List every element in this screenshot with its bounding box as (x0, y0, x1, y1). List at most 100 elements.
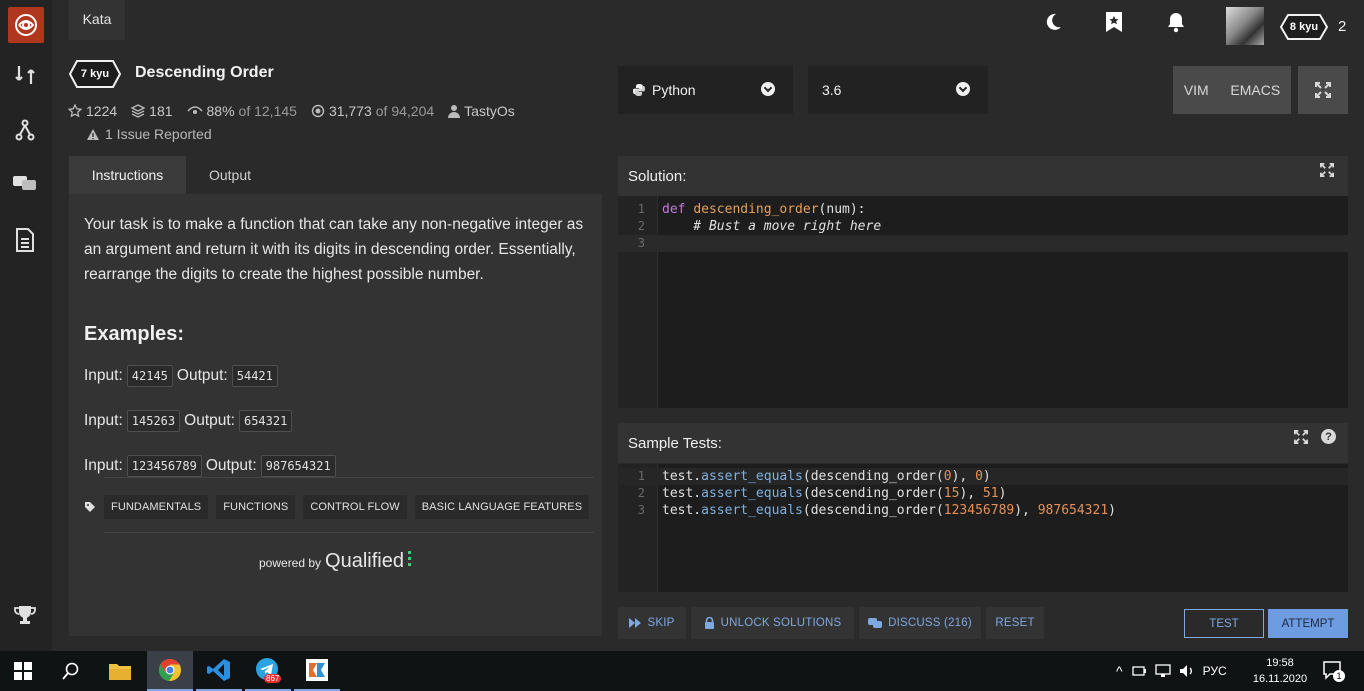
start-button[interactable] (0, 651, 46, 691)
kata-tab[interactable]: Kata (69, 0, 125, 40)
tag-icon (85, 502, 95, 512)
notification-bell-icon[interactable] (1163, 9, 1189, 35)
example-row: Input: 123456789 Output: 987654321 (84, 455, 336, 477)
sample-tests-editor[interactable]: 1 test.assert_equals(descending_order(0)… (618, 464, 1348, 592)
clock-date: 16.11.2020 (1252, 673, 1308, 685)
input-label: Input: (84, 367, 123, 384)
codewars-logo-icon[interactable] (8, 7, 44, 43)
tab-output[interactable]: Output (186, 156, 274, 194)
search-button[interactable] (48, 651, 94, 691)
collections-count: 181 (149, 103, 173, 119)
app-icon (306, 659, 328, 681)
stars-count: 1224 (86, 103, 118, 119)
method-name: assert_equals (701, 486, 803, 501)
keyboard-language[interactable]: РУС (1203, 664, 1227, 678)
call-close: ) (1108, 503, 1116, 518)
code-line[interactable]: 1 def descending_order(num): (618, 201, 1348, 218)
python-icon (633, 84, 645, 96)
completed-count: 31,773 (328, 103, 372, 119)
author-name[interactable]: TastyOs (464, 103, 515, 119)
tab-instructions[interactable]: Instructions (69, 156, 186, 194)
tag-functions[interactable]: FUNCTIONS (216, 495, 296, 519)
taskbar-clock[interactable]: 19:58 16.11.2020 (1246, 655, 1314, 687)
stars-stat[interactable]: 1224 (68, 103, 117, 119)
chevron-up-icon[interactable]: ^ (1116, 663, 1123, 679)
language-select[interactable]: Python (618, 66, 793, 114)
powered-by-qualified[interactable]: powered by Qualified (259, 550, 412, 573)
help-icon[interactable]: ? (1321, 429, 1336, 444)
tag-list: FUNDAMENTALS FUNCTIONS CONTROL FLOW BASI… (84, 495, 590, 519)
practice-icon[interactable] (10, 60, 40, 90)
version-value: 3.6 (822, 82, 842, 98)
satisfaction-stat: 88% of 12,145 (186, 103, 297, 119)
example-output: 987654321 (260, 455, 336, 477)
kata-description: Your task is to make a function that can… (84, 216, 584, 283)
language-value: Python (652, 82, 696, 98)
test-button[interactable]: TEST (1184, 609, 1264, 638)
solution-fullscreen-button[interactable] (1320, 163, 1334, 182)
skip-button[interactable]: SKIP (618, 607, 686, 639)
powered-by-label: powered by (259, 556, 322, 570)
call-open: (descending_order( (802, 486, 944, 501)
qualified-brand: Qualified (325, 550, 404, 572)
code-line-active[interactable]: 3 (618, 235, 1348, 252)
volume-icon[interactable] (1179, 664, 1195, 678)
issues-label: 1 Issue Reported (105, 126, 212, 142)
skip-label: SKIP (647, 617, 675, 629)
code-line[interactable]: 1 test.assert_equals(descending_order(0)… (618, 468, 1348, 485)
tag-basic-language-features[interactable]: BASIC LANGUAGE FEATURES (414, 495, 590, 519)
emacs-mode-button[interactable]: EMACS (1230, 82, 1280, 98)
editor-mode-group: VIM EMACS (1173, 66, 1291, 114)
trophy-icon[interactable] (10, 600, 40, 630)
divider (104, 477, 594, 478)
line-number: 2 (637, 219, 645, 233)
dark-mode-moon-icon[interactable] (1040, 9, 1066, 35)
params: (num): (818, 202, 866, 217)
author-stat[interactable]: TastyOs (448, 103, 515, 119)
expand-icon (1294, 430, 1308, 444)
expected: 51 (982, 486, 999, 501)
discuss-button[interactable]: DISCUSS (216) (859, 607, 981, 639)
code-line[interactable]: 2 # Bust a move right here (618, 218, 1348, 235)
file-explorer-app[interactable] (97, 651, 143, 691)
user-rank-badge: 8 kyu (1280, 14, 1328, 40)
user-avatar[interactable] (1226, 7, 1264, 45)
tag-control-flow[interactable]: CONTROL FLOW (303, 495, 407, 519)
code-line[interactable]: 2 test.assert_equals(descending_order(15… (618, 485, 1348, 502)
chat-icon[interactable] (10, 168, 40, 198)
solution-editor[interactable]: 1 def descending_order(num): 2 # Bust a … (618, 196, 1348, 408)
completed-total: of 94,204 (375, 103, 435, 119)
vscode-app[interactable] (196, 651, 242, 691)
user-rank-label: 8 kyu (1289, 21, 1319, 33)
target-icon (311, 104, 325, 118)
codewars-browser-app[interactable] (294, 651, 340, 691)
version-select[interactable]: 3.6 (808, 66, 988, 114)
fullscreen-button[interactable] (1298, 66, 1348, 114)
function-name: descending_order (693, 202, 819, 217)
chrome-icon (158, 659, 181, 681)
issues-reported-link[interactable]: 1 Issue Reported (86, 126, 212, 142)
bookmark-icon[interactable] (1101, 9, 1127, 35)
attempt-button[interactable]: ATTEMPT (1268, 609, 1348, 638)
chrome-app[interactable] (147, 651, 193, 691)
qualified-dots-icon (407, 551, 411, 566)
solution-header: Solution: (618, 156, 1348, 196)
user-icon (448, 105, 461, 118)
network-icon[interactable] (1154, 664, 1171, 678)
action-center-button[interactable]: 1 (1322, 660, 1345, 682)
tests-fullscreen-button[interactable] (1294, 430, 1308, 449)
docs-icon[interactable] (10, 225, 40, 255)
tag-fundamentals[interactable]: FUNDAMENTALS (104, 495, 209, 519)
unlock-solutions-button[interactable]: UNLOCK SOLUTIONS (691, 607, 854, 639)
vim-mode-button[interactable]: VIM (1184, 82, 1209, 98)
battery-icon[interactable] (1131, 664, 1147, 678)
call-open: (descending_order( (802, 469, 944, 484)
example-output: 54421 (231, 365, 278, 387)
collections-stat[interactable]: 181 (131, 103, 173, 119)
windows-logo-icon (14, 662, 32, 680)
code-line[interactable]: 3 test.assert_equals(descending_order(12… (618, 502, 1348, 519)
reset-button[interactable]: RESET (986, 607, 1044, 639)
telegram-app[interactable]: 867 (245, 651, 291, 691)
fork-icon[interactable] (10, 115, 40, 145)
star-icon (68, 104, 82, 118)
